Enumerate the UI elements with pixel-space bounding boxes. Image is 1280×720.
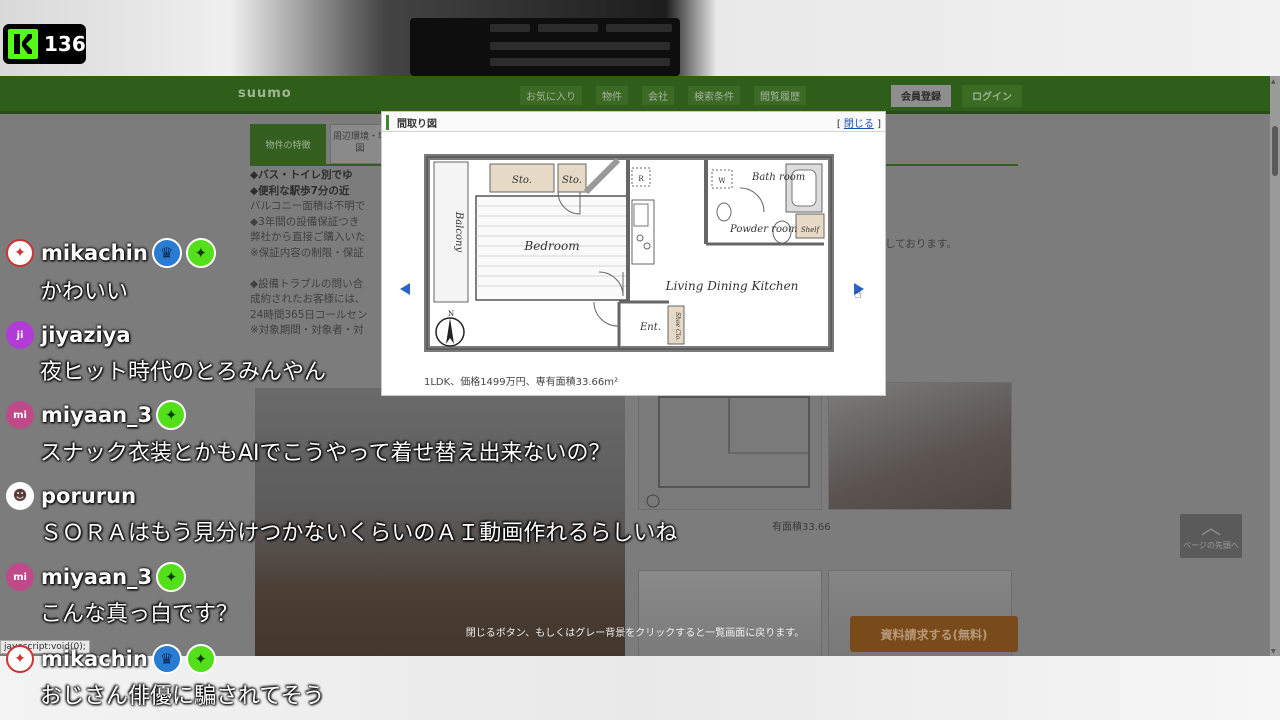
bracket: ] — [877, 119, 881, 130]
arrow-left-icon — [400, 283, 410, 295]
keyboard-image — [410, 18, 680, 76]
feature-line: ◆設備トラブルの問い合 — [250, 277, 364, 290]
feature-line: ◆バス・トイレ別でゆ — [250, 169, 353, 181]
scroll-up-icon[interactable]: ▲ — [1271, 78, 1279, 85]
subscriber-badge-icon: ✦ — [185, 644, 216, 674]
feature-line: ◆3年間の設備保証つき — [250, 215, 360, 228]
chat-username: miyaan_3 — [41, 403, 153, 427]
chat-username: mikachin — [41, 241, 148, 265]
feature-line: バルコニー面積は不明で — [250, 200, 366, 212]
feature-line: 24時間365日コールセン — [250, 308, 368, 321]
nav-favorites[interactable]: お気に入り — [520, 86, 582, 105]
close-link[interactable]: 閉じる — [844, 119, 874, 130]
feature-line: 弊社から直接ご購入いた — [250, 231, 366, 243]
thumbnail-building[interactable] — [828, 382, 1012, 510]
scroll-down-icon[interactable]: ▼ — [1271, 648, 1279, 655]
label-washer: W — [718, 177, 726, 185]
scroll-thumb[interactable] — [1272, 126, 1278, 176]
chat-username: miyaan_3 — [41, 565, 153, 589]
bracket: [ — [836, 119, 841, 130]
nav-property[interactable]: 物件 — [596, 86, 628, 105]
compass-north: N — [448, 310, 454, 318]
avatar: ji — [6, 321, 34, 349]
modal-header: 間取り図 [ 閉じる ] — [382, 112, 885, 132]
label-powder-room: Powder room — [729, 224, 798, 235]
page-scrollbar[interactable]: ▲ ▼ — [1270, 76, 1280, 656]
nav-company[interactable]: 会社 — [642, 86, 674, 105]
subscriber-badge-icon: ✦ — [185, 238, 216, 268]
stream-screen: suumo お気に入り 物件 会社 検索条件 閲覧履歴 会員登録 ログイン 物件… — [0, 0, 1280, 720]
chat-message: スナック衣装とかもAIでこうやって着せ替え出来ないの？ — [40, 441, 611, 466]
page-top-button[interactable]: ︿ ページの先頭へ — [1180, 514, 1242, 558]
avatar: mi — [6, 563, 34, 591]
chat-message: ＳＯＲＡはもう見分けつかないくらいのＡＩ動画作れるらしいね — [40, 521, 678, 546]
label-bedroom: Bedroom — [523, 239, 579, 253]
floorplan-caption: 1LDK、価格1499万円、専有面積33.66m² — [424, 377, 619, 388]
modal-close: [ 閉じる ] — [837, 115, 881, 130]
moderator-badge-icon: ♛ — [151, 238, 182, 268]
label-entrance: Ent. — [639, 322, 661, 333]
label-shoe-closet: Shoe Clo. — [674, 312, 681, 341]
chat-username: jiyaziya — [41, 323, 131, 347]
feature-line — [250, 261, 390, 277]
site-nav: お気に入り 物件 会社 検索条件 閲覧履歴 — [520, 86, 806, 105]
chat-username: mikachin — [41, 647, 148, 671]
chat-user-row: ✦ mikachin ♛ ✦ — [6, 236, 216, 270]
feature-text-right: しております。 — [885, 238, 957, 250]
feature-line: 成約されたお客様には、 — [250, 293, 366, 305]
chat-user-row: mi miyaan_3 ✦ — [6, 398, 187, 432]
label-storage: Sto. — [512, 175, 532, 186]
thumbnail-floorplan[interactable] — [638, 382, 822, 510]
prev-image-button[interactable] — [396, 279, 414, 299]
chat-message: おじさん俳優に騙されてそう — [40, 684, 325, 709]
kick-logo-icon — [8, 29, 38, 59]
label-storage: Sto. — [562, 175, 582, 186]
thumbnail-caption: 有面積33.66 — [772, 522, 831, 533]
viewer-count: 136 — [44, 32, 86, 56]
viewer-count-badge: 136 — [3, 24, 86, 64]
label-shelf: Shelf — [801, 226, 821, 234]
nav-history[interactable]: 閲覧履歴 — [754, 86, 806, 105]
suumo-logo[interactable]: suumo — [238, 86, 292, 101]
feature-text: ◆バス・トイレ別でゆ ◆便利な駅歩7分の近 バルコニー面積は不明で ◆3年間の設… — [250, 168, 390, 339]
register-button[interactable]: 会員登録 — [891, 85, 951, 107]
avatar: mi — [6, 401, 34, 429]
tab-features[interactable]: 物件の特徴 — [250, 124, 326, 164]
label-balcony: Balcony — [453, 211, 464, 253]
subscriber-badge-icon: ✦ — [156, 562, 187, 592]
chat-message: かわいい — [40, 280, 129, 305]
camera-feed-top — [0, 0, 1280, 76]
chat-message: 夜ヒット時代のとろみんやん — [40, 360, 327, 385]
chat-message: こんな真っ白です？ — [40, 602, 239, 627]
chevron-up-icon: ︿ — [1201, 515, 1221, 539]
feature-line: ※対象期間・対象者・対 — [250, 324, 364, 336]
chat-username: porurun — [41, 484, 137, 508]
subscriber-badge-icon: ✦ — [156, 400, 187, 430]
avatar: ✦ — [6, 645, 34, 673]
label-living: Living Dining Kitchen — [665, 279, 799, 293]
chat-user-row: ☻ porurun — [6, 479, 136, 513]
moderator-badge-icon: ♛ — [151, 644, 182, 674]
site-header: suumo お気に入り 物件 会社 検索条件 閲覧履歴 会員登録 ログイン — [0, 76, 1270, 114]
nav-search-conditions[interactable]: 検索条件 — [688, 86, 740, 105]
label-refrigerator: R — [638, 175, 644, 183]
feature-line: ※保証内容の制限・保証 — [250, 246, 364, 259]
chat-user-row: ✦ mikachin ♛ ✦ — [6, 642, 216, 676]
label-bathroom: Bath room — [751, 172, 805, 183]
login-button[interactable]: ログイン — [962, 85, 1022, 107]
chat-user-row: mi miyaan_3 ✦ — [6, 560, 187, 594]
thumbnail-photo[interactable] — [638, 570, 822, 656]
modal-title: 間取り図 — [386, 115, 437, 130]
avatar: ✦ — [6, 239, 34, 267]
floorplan-modal: 間取り図 [ 閉じる ] ☝ N Balcony Bedroom Sto. St… — [381, 111, 886, 396]
page-top-label: ページの先頭へ — [1183, 541, 1239, 550]
feature-line: ◆便利な駅歩7分の近 — [250, 184, 350, 197]
hand-cursor-icon: ☝ — [854, 287, 862, 302]
avatar: ☻ — [6, 482, 34, 510]
chat-user-row: ji jiyaziya — [6, 318, 131, 352]
floorplan-image: N Balcony Bedroom Sto. Sto. R W Bath roo… — [424, 154, 834, 352]
